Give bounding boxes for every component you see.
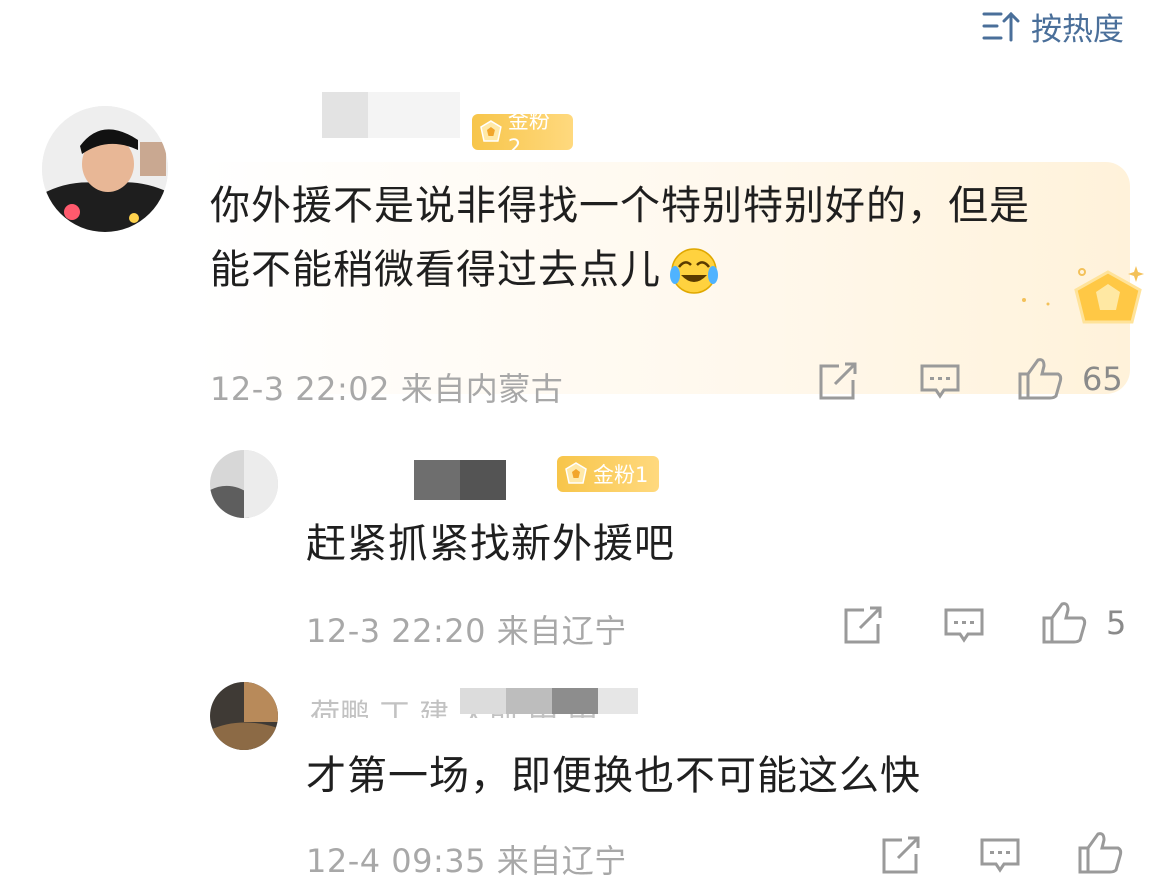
comment-text: 赶紧抓紧找新外援吧: [306, 521, 675, 567]
gold-fan-icon: [480, 120, 502, 142]
comment-3: 荷鹏 丁 建 天前 中 中 才第一场，即便换也不可能这么快 12-4 09:35…: [0, 672, 1170, 880]
comment-icon[interactable]: [942, 606, 986, 646]
like-icon: [1018, 358, 1063, 400]
comment-2: 金粉1 赶紧抓紧找新外援吧 12-3 22:20 来自辽宁 5: [0, 440, 1170, 655]
share-icon[interactable]: [815, 362, 859, 402]
avatar-photo: [210, 450, 278, 518]
username-redacted[interactable]: [460, 688, 506, 714]
like-count: 65: [1082, 360, 1123, 398]
username-redacted[interactable]: [322, 92, 368, 138]
sort-descending-icon: [982, 11, 1020, 42]
sort-by-hot-button[interactable]: 按热度: [981, 4, 1124, 48]
username-redacted[interactable]: [414, 460, 460, 500]
comment-1: 金粉2 你外援不是说非得找一个特别特别好的，但是 能不能稍微看得过去点儿 12-…: [0, 80, 1170, 410]
like-icon: [1078, 832, 1123, 874]
user-avatar[interactable]: [210, 450, 278, 518]
user-avatar[interactable]: [42, 106, 168, 232]
comment-icon[interactable]: [978, 836, 1022, 876]
like-icon: [1042, 602, 1087, 644]
username-redacted: [460, 460, 506, 500]
username-redacted: [598, 688, 638, 714]
gold-fan-icon: [565, 462, 587, 484]
like-button[interactable]: 5: [1040, 600, 1126, 646]
comment-text-line: 你外援不是说非得找一个特别特别好的，但是: [210, 183, 1030, 229]
fan-level-badge[interactable]: 金粉1: [557, 456, 659, 492]
comment-icon[interactable]: [918, 362, 962, 402]
badge-label: 金粉1: [593, 463, 649, 487]
comment-text-line: 能不能稍微看得过去点儿: [210, 238, 1110, 302]
laughing-crying-emoji-icon: [670, 248, 718, 294]
comment-meta: 12-3 22:20 来自辽宁: [306, 612, 627, 650]
comment-text: 才第一场，即便换也不可能这么快: [306, 753, 921, 799]
badge-label: 金粉2: [507, 109, 550, 159]
username-redacted: [552, 688, 598, 714]
avatar-photo: [210, 682, 278, 750]
sort-label: 按热度: [1031, 11, 1124, 48]
comment-meta: 12-4 09:35 来自辽宁: [306, 842, 627, 880]
share-icon[interactable]: [878, 836, 922, 876]
comment-text: 你外援不是说非得找一个特别特别好的，但是 能不能稍微看得过去点儿: [210, 174, 1110, 302]
share-icon[interactable]: [840, 606, 884, 646]
like-button[interactable]: [1076, 830, 1142, 876]
user-avatar[interactable]: [210, 682, 278, 750]
avatar-photo: [42, 106, 168, 232]
fan-level-badge[interactable]: 金粉2: [472, 109, 573, 159]
username-redacted: [506, 688, 552, 714]
like-button[interactable]: 65: [1016, 356, 1123, 402]
comment-text-line-content: 能不能稍微看得过去点儿: [210, 247, 661, 293]
username-redacted: [368, 92, 460, 138]
comment-meta: 12-3 22:02 来自内蒙古: [210, 370, 564, 408]
like-count: 5: [1106, 604, 1127, 642]
